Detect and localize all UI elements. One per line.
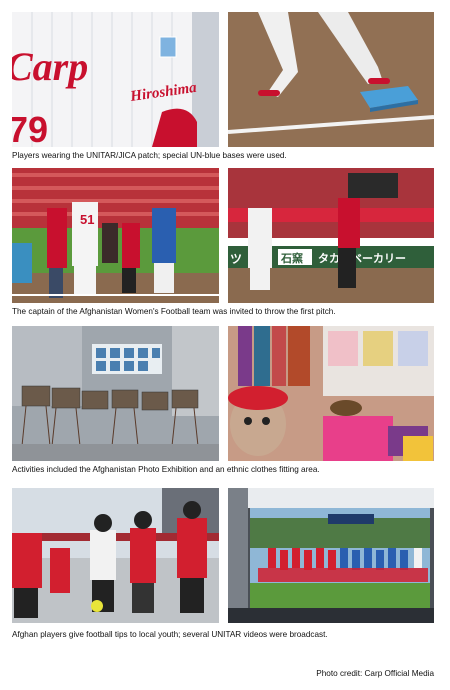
caption-row2: The captain of the Afghanistan Women's F… xyxy=(12,307,336,316)
photo-jersey-patch: Carp Hiroshima 79 xyxy=(12,12,219,147)
sign-right-text: タカキベーカリー xyxy=(318,252,406,265)
photo-video-broadcast xyxy=(228,488,434,623)
caption-row3: Activities included the Afghanistan Phot… xyxy=(12,465,320,474)
jersey-number-text: 79 xyxy=(12,109,48,147)
photo-first-pitch-group: 51 xyxy=(12,168,219,303)
jersey-script-text: Carp xyxy=(12,44,88,89)
caption-row4: Afghan players give football tips to loc… xyxy=(12,630,328,639)
sign-left-text: ツ xyxy=(230,252,242,266)
photo-clothes-fitting xyxy=(228,326,434,461)
photo-exhibition xyxy=(12,326,219,461)
photo-football-tips xyxy=(12,488,219,623)
photo-first-pitch-throw: ツ 石窯 タカキベーカリー xyxy=(228,168,434,303)
photo-blue-base xyxy=(228,12,434,147)
player-number-text: 51 xyxy=(80,212,94,227)
photo-credit: Photo credit: Carp Official Media xyxy=(316,669,434,678)
sign-box-text: 石窯 xyxy=(280,251,303,265)
caption-row1: Players wearing the UNITAR/JICA patch; s… xyxy=(12,151,287,160)
